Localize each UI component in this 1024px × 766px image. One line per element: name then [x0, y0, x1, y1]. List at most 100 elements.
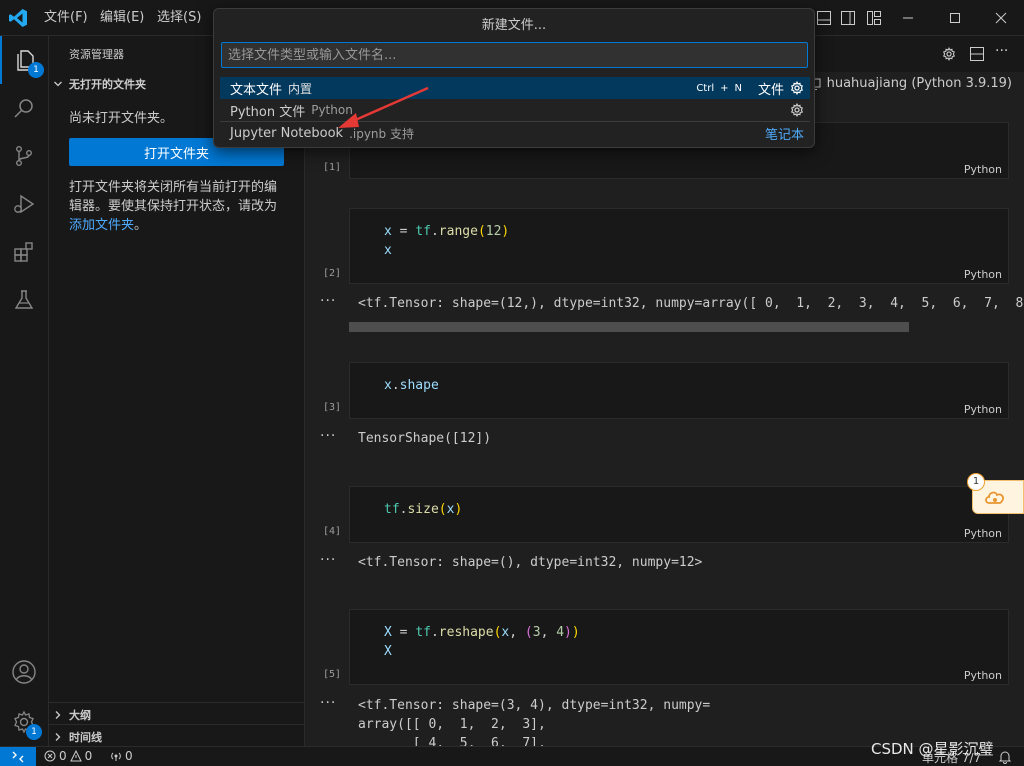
cell-language[interactable]: Python	[964, 163, 1002, 176]
cell-code[interactable]: tf.size(x)	[384, 500, 462, 519]
option-jupyter-notebook[interactable]: Jupyter Notebook .ipynb 支持 笔记本	[220, 122, 810, 144]
cell-output-line: [ 4, 5, 6, 7],	[358, 736, 546, 746]
keybinding-ctrl: Ctrl	[696, 82, 715, 94]
chevron-right-icon	[55, 733, 61, 741]
section-no-folder[interactable]: 无打开的文件夹	[53, 76, 146, 92]
execution-count: [1]	[323, 162, 342, 173]
activity-source-control[interactable]	[0, 132, 48, 180]
output-scrollbar[interactable]	[349, 322, 909, 332]
source-control-icon	[15, 146, 32, 167]
output-menu-icon[interactable]: ···	[320, 552, 336, 568]
cell-output-line: array([[ 0, 1, 2, 3],	[358, 717, 546, 732]
hint-text: 打开文件夹将关闭所有当前打开的编辑器。要使其保持打开状态，请改为	[69, 180, 278, 214]
section-timeline[interactable]: 时间线	[49, 724, 304, 746]
error-count: 0	[59, 749, 67, 763]
notifications-bell-icon[interactable]	[998, 750, 1012, 764]
cell-output-line: <tf.Tensor: shape=(3, 4), dtype=int32, n…	[358, 698, 711, 713]
explorer-badge: 1	[28, 62, 44, 78]
problems-status[interactable]: 0 0	[44, 749, 92, 763]
option-description: .ipynb 支持	[349, 126, 414, 141]
option-description: 内置	[288, 81, 313, 96]
notebook-settings-icon[interactable]	[942, 47, 956, 61]
cell-language[interactable]: Python	[964, 527, 1002, 540]
option-label: Jupyter Notebook	[230, 125, 344, 141]
add-folder-link[interactable]: 添加文件夹	[69, 218, 134, 233]
section-no-folder-title: 无打开的文件夹	[69, 78, 146, 91]
code-cell-2[interactable]: x = tf.range(12) x Python	[349, 208, 1009, 284]
maximize-icon	[950, 13, 960, 23]
ports-status[interactable]: 0	[110, 749, 133, 763]
execution-count: [3]	[323, 402, 342, 413]
new-file-quick-pick: 新建文件... 文本文件 内置 Ctrl + N 文件 Python 文件 Py…	[213, 8, 815, 148]
open-folder-hint: 打开文件夹将关闭所有当前打开的编辑器。要使其保持打开状态，请改为添加文件夹。	[69, 178, 284, 235]
remote-icon	[12, 751, 24, 763]
hint-end: 。	[134, 218, 148, 233]
kernel-picker[interactable]: huahuajiang (Python 3.9.19)	[807, 76, 1012, 91]
execution-count: [2]	[323, 268, 342, 279]
floating-cloud-widget[interactable]: 1	[967, 473, 1024, 514]
more-actions-icon[interactable]: ···	[995, 43, 1008, 59]
activity-manage[interactable]: 1	[0, 698, 48, 746]
code-cell-5[interactable]: X = tf.reshape(x, (3, 4)) X Python	[349, 609, 1009, 685]
activity-search[interactable]	[0, 84, 48, 132]
cell-language[interactable]: Python	[964, 268, 1002, 281]
menu-edit[interactable]: 编辑(E)	[94, 0, 150, 36]
option-category: 笔记本	[764, 127, 804, 143]
error-icon	[44, 750, 56, 762]
account-icon	[12, 660, 36, 684]
minimize-icon	[903, 17, 913, 19]
activity-testing[interactable]	[0, 276, 48, 324]
configure-gear-icon[interactable]	[790, 81, 804, 95]
remote-indicator[interactable]	[0, 747, 36, 766]
code-cell-4[interactable]: tf.size(x) Python	[349, 486, 1009, 543]
option-text-file[interactable]: 文本文件 内置 Ctrl + N 文件	[220, 77, 810, 99]
cell-code[interactable]: x.shape	[384, 376, 439, 395]
output-menu-icon[interactable]: ···	[320, 428, 336, 444]
code-cell-3[interactable]: x.shape Python	[349, 362, 1009, 419]
run-debug-icon	[14, 194, 35, 214]
output-menu-icon[interactable]: ···	[320, 695, 336, 711]
output-menu-icon[interactable]: ···	[320, 293, 336, 309]
file-type-input[interactable]	[221, 42, 808, 68]
close-icon	[995, 12, 1007, 24]
cell-language[interactable]: Python	[964, 669, 1002, 682]
testing-icon	[14, 290, 34, 309]
cell-code[interactable]: X = tf.reshape(x, (3, 4)) X	[384, 623, 580, 661]
activity-run-debug[interactable]	[0, 180, 48, 228]
warning-icon	[69, 750, 82, 762]
watermark: CSDN @星影沉璧	[871, 740, 994, 758]
no-folder-message: 尚未打开文件夹。	[69, 111, 174, 126]
toggle-panel-icon[interactable]	[817, 11, 831, 25]
option-label: 文本文件	[230, 82, 283, 98]
cell-code[interactable]: x = tf.range(12) x	[384, 222, 509, 260]
activity-extensions[interactable]	[0, 228, 48, 276]
timeline-title: 时间线	[69, 731, 102, 744]
option-label: Python 文件	[230, 104, 306, 120]
cell-language[interactable]: Python	[964, 403, 1002, 416]
activity-accounts[interactable]	[0, 648, 48, 696]
toggle-secondary-sidebar-icon[interactable]	[841, 11, 855, 25]
activity-explorer[interactable]: 1	[0, 36, 48, 84]
menu-selection[interactable]: 选择(S)	[151, 0, 207, 36]
split-editor-icon[interactable]	[970, 47, 984, 61]
keybinding-plus: +	[720, 82, 729, 94]
menu-file[interactable]: 文件(F)	[38, 0, 94, 36]
search-icon	[14, 99, 33, 118]
extensions-icon	[14, 242, 33, 262]
customize-layout-icon[interactable]	[867, 11, 881, 25]
warning-count: 0	[84, 749, 93, 763]
cloud-icon	[985, 491, 1004, 504]
minimize-button[interactable]	[885, 0, 931, 36]
kernel-label: huahuajiang (Python 3.9.19)	[826, 76, 1012, 91]
option-description: Python	[311, 103, 353, 117]
close-window-button[interactable]	[978, 0, 1024, 36]
cell-output: <tf.Tensor: shape=(), dtype=int32, numpy…	[358, 555, 703, 570]
outline-title: 大纲	[69, 709, 91, 722]
cell-output: <tf.Tensor: shape=(12,), dtype=int32, nu…	[358, 296, 1024, 311]
section-outline[interactable]: 大纲	[49, 702, 304, 724]
option-python-file[interactable]: Python 文件 Python	[220, 99, 810, 121]
configure-gear-icon[interactable]	[790, 103, 804, 117]
ports-count: 0	[125, 749, 133, 763]
vscode-logo-icon	[9, 9, 27, 27]
maximize-button[interactable]	[932, 0, 978, 36]
